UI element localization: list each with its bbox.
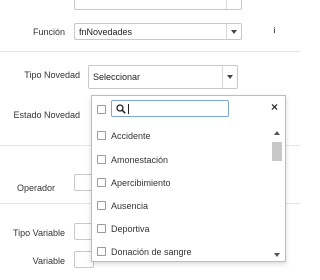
clear-icon[interactable]: × <box>271 100 278 114</box>
option-label: Apercibimiento <box>111 177 171 188</box>
tipo-variable-label: Tipo Variable <box>12 228 65 238</box>
funcion-caret-box <box>226 24 241 39</box>
tipo-novedad-select[interactable]: Seleccionar <box>88 65 238 89</box>
chevron-down-icon <box>231 29 237 34</box>
option-label: Donación de sangre <box>111 246 192 257</box>
funcion-label: Función <box>32 27 65 37</box>
option-checkbox[interactable] <box>97 155 106 164</box>
option-label: Amonestación <box>111 154 169 165</box>
tipo-novedad-label: Tipo Novedad <box>24 70 80 80</box>
variable-label: Variable <box>32 256 65 266</box>
option-label: Deportiva <box>111 223 150 234</box>
option-checkbox[interactable] <box>97 224 106 233</box>
option-checkbox[interactable] <box>97 247 106 256</box>
operador-label: Operador <box>16 183 55 193</box>
option-checkbox[interactable] <box>97 131 106 140</box>
dropdown-scrollbar[interactable] <box>271 128 283 260</box>
section-divider <box>0 51 300 52</box>
scroll-down-arrow-icon[interactable] <box>274 253 280 257</box>
top-field[interactable] <box>74 0 242 10</box>
info-icon[interactable]: i <box>271 26 278 35</box>
search-input[interactable] <box>111 100 229 117</box>
option-checkbox[interactable] <box>97 178 106 187</box>
tipo-novedad-caret-box <box>222 66 237 88</box>
chevron-down-icon <box>227 75 233 79</box>
list-item[interactable]: Donación de sangre <box>92 240 264 263</box>
list-item[interactable]: Deportiva <box>92 217 264 240</box>
select-all-checkbox[interactable] <box>97 105 106 114</box>
tipo-novedad-dropdown[interactable]: × Accidente Amonestación Apercibimiento … <box>91 95 286 262</box>
search-icon <box>116 104 126 114</box>
search-caret <box>128 104 129 114</box>
option-checkbox[interactable] <box>97 201 106 210</box>
option-label: Ausencia <box>111 200 149 211</box>
list-item[interactable]: Ausencia <box>92 194 264 217</box>
list-item[interactable]: Accidente <box>92 124 264 147</box>
tipo-novedad-value: Seleccionar <box>93 72 141 82</box>
scrollbar-thumb[interactable] <box>272 142 282 161</box>
scroll-up-arrow-icon[interactable] <box>274 131 280 135</box>
funcion-select[interactable]: fnNovedades <box>74 23 242 40</box>
top-field-caret-box <box>226 0 241 9</box>
list-item[interactable]: Amonestación <box>92 148 264 171</box>
estado-novedad-label: Estado Novedad <box>13 110 80 120</box>
option-label: Accidente <box>111 130 151 141</box>
list-item[interactable]: Apercibimiento <box>92 171 264 194</box>
funcion-value: fnNovedades <box>79 26 133 37</box>
